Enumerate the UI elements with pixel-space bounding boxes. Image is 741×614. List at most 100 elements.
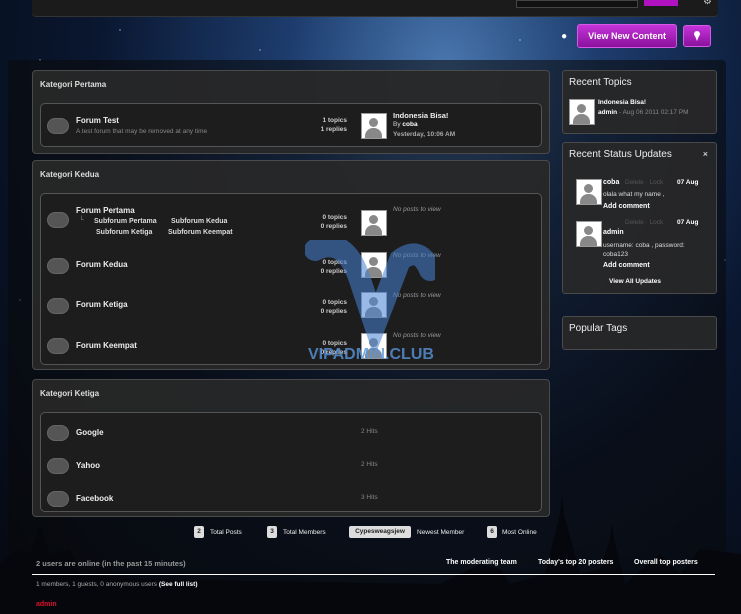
forum-stats: 1 topics 1 replies xyxy=(299,116,347,134)
status-actions[interactable]: Delete · Lock xyxy=(625,179,663,186)
recent-topic-author[interactable]: admin xyxy=(598,109,617,116)
overall-top-posters-link[interactable]: Overall top posters xyxy=(634,559,698,566)
subforum-link[interactable]: Subforum Kedua xyxy=(171,218,227,225)
category-title[interactable]: Kategori Kedua xyxy=(33,161,549,188)
speech-bubble-icon xyxy=(47,118,69,134)
avatar xyxy=(361,210,387,236)
total-members-value: 3 xyxy=(267,526,277,538)
forum-row: Forum Keempat 0 topics 0 replies No post… xyxy=(41,328,541,362)
link-bubble-icon xyxy=(47,425,69,441)
forum-row: Forum Test A test forum that may be remo… xyxy=(41,108,541,142)
forum-row: Forum Ketiga 0 topics 0 replies No posts… xyxy=(41,288,541,322)
add-comment-link[interactable]: Add comment xyxy=(603,203,650,210)
forum-name[interactable]: Forum Test xyxy=(76,116,119,125)
gear-icon[interactable]: ⚙ xyxy=(703,0,712,7)
link-hits: 2 Hits xyxy=(361,428,378,435)
forum-name[interactable]: Forum Ketiga xyxy=(76,300,128,309)
status-date: 07 Aug xyxy=(677,219,699,226)
category-title[interactable]: Kategori Ketiga xyxy=(33,380,549,407)
avatar[interactable] xyxy=(576,221,602,247)
speech-bubble-icon xyxy=(47,212,69,228)
search-input[interactable] xyxy=(516,0,638,8)
total-posts-value: 2 xyxy=(194,526,204,538)
forum-list: Forum Test A test forum that may be remo… xyxy=(40,103,542,147)
forum-stats: 0 topics 0 replies xyxy=(299,213,347,231)
online-title: 2 users are online (in the past 15 minut… xyxy=(36,559,186,568)
category-title[interactable]: Kategori Pertama xyxy=(33,71,549,98)
status-user[interactable]: coba xyxy=(603,179,619,186)
last-post-title[interactable]: Indonesia Bisa! xyxy=(393,111,448,120)
panel-title: Popular Tags xyxy=(569,323,628,334)
moderating-team-link[interactable]: The moderating team xyxy=(446,559,517,566)
status-actions[interactable]: Delete · Lock xyxy=(625,219,663,226)
forum-row: Forum Pertama └ Subforum Pertama Subforu… xyxy=(41,198,541,238)
search-button[interactable] xyxy=(644,0,678,6)
last-post-date: Yesterday, 10:06 AM xyxy=(393,131,456,138)
bullet-icon: ● xyxy=(561,30,568,42)
no-posts-text: No posts to view xyxy=(393,206,441,213)
status-text: username: coba , password: coba123 xyxy=(603,242,685,258)
forum-name[interactable]: Forum Kedua xyxy=(76,260,128,269)
top-20-posters-link[interactable]: Today's top 20 posters xyxy=(538,559,613,566)
header-actions: ● View New Content xyxy=(561,24,711,48)
topics-count: 1 topics xyxy=(322,117,347,124)
watermark-logo-icon xyxy=(305,240,435,350)
newest-member-value[interactable]: Cypesweagsjew xyxy=(349,526,411,538)
avatar[interactable] xyxy=(576,179,602,205)
avatar[interactable] xyxy=(569,99,595,125)
subforum-link[interactable]: Subforum Ketiga xyxy=(96,229,152,236)
most-online-value: 6 xyxy=(487,526,497,538)
most-online-label: Most Online xyxy=(502,529,537,536)
total-posts-label: Total Posts xyxy=(210,529,242,536)
online-user-link[interactable]: admin xyxy=(36,601,57,608)
replies-count: 1 replies xyxy=(320,126,347,133)
author-link[interactable]: coba xyxy=(402,121,417,128)
recent-topics-panel: Recent Topics Indonesia Bisa! admin - Au… xyxy=(562,70,717,134)
forum-name[interactable]: Forum Keempat xyxy=(76,341,137,350)
subforum-link[interactable]: Subforum Keempat xyxy=(168,229,233,236)
link-name[interactable]: Facebook xyxy=(76,494,113,503)
forum-list: Forum Pertama └ Subforum Pertama Subforu… xyxy=(40,193,542,365)
link-name[interactable]: Yahoo xyxy=(76,461,100,470)
status-date: 07 Aug xyxy=(677,179,699,186)
view-all-updates-link[interactable]: View All Updates xyxy=(609,278,661,285)
status-user[interactable]: admin xyxy=(603,229,624,236)
view-new-content-button[interactable]: View New Content xyxy=(577,24,677,48)
avatar[interactable] xyxy=(361,113,387,139)
topics-count: 0 topics xyxy=(322,214,347,221)
link-name[interactable]: Google xyxy=(76,428,104,437)
newest-member-label: Newest Member xyxy=(417,529,465,536)
last-post-author: By coba xyxy=(393,121,418,128)
total-members-label: Total Members xyxy=(283,529,326,536)
board-stats: 2 Total Posts 3 Total Members Cypesweags… xyxy=(0,526,741,538)
subforum-branch-icon: └ xyxy=(79,217,84,224)
panel-title: Recent Topics xyxy=(569,77,632,88)
forum-name[interactable]: Forum Pertama xyxy=(76,206,135,215)
category-kategori-ketiga: Kategori Ketiga Google 2 Hits Yahoo 2 Hi… xyxy=(32,379,550,517)
panel-title: Recent Status Updates xyxy=(569,149,672,160)
subforum-link[interactable]: Subforum Pertama xyxy=(94,218,157,225)
forum-description: A test forum that may be removed at any … xyxy=(76,128,208,135)
link-row: Facebook 3 Hits xyxy=(41,481,541,515)
link-row: Yahoo 2 Hits xyxy=(41,448,541,482)
close-icon[interactable]: × xyxy=(703,149,708,159)
link-list: Google 2 Hits Yahoo 2 Hits Facebook 3 Hi… xyxy=(40,412,542,512)
recent-topic-meta: admin - Aug 06 2011 02:17 PM xyxy=(598,109,689,116)
pin-icon[interactable] xyxy=(683,25,711,47)
recent-topic-title[interactable]: Indonesia Bisa! xyxy=(598,99,646,106)
status-text: olala what my name , xyxy=(603,191,665,198)
popular-tags-panel: Popular Tags xyxy=(562,316,717,350)
top-bar: ⚙ xyxy=(32,0,718,17)
see-full-list-link[interactable]: (See full list) xyxy=(159,581,198,588)
status-updates-panel: Recent Status Updates × coba Delete · Lo… xyxy=(562,142,717,294)
forum-row: Forum Kedua 0 topics 0 replies No posts … xyxy=(41,248,541,282)
category-kategori-pertama: Kategori Pertama Forum Test A test forum… xyxy=(32,70,550,154)
link-hits: 2 Hits xyxy=(361,461,378,468)
online-header: 2 users are online (in the past 15 minut… xyxy=(32,554,715,575)
link-bubble-icon xyxy=(47,458,69,474)
speech-bubble-icon xyxy=(47,258,69,274)
link-hits: 3 Hits xyxy=(361,494,378,501)
add-comment-link[interactable]: Add comment xyxy=(603,262,650,269)
link-row: Google 2 Hits xyxy=(41,415,541,449)
recent-topic-date: - Aug 06 2011 02:17 PM xyxy=(618,109,689,116)
